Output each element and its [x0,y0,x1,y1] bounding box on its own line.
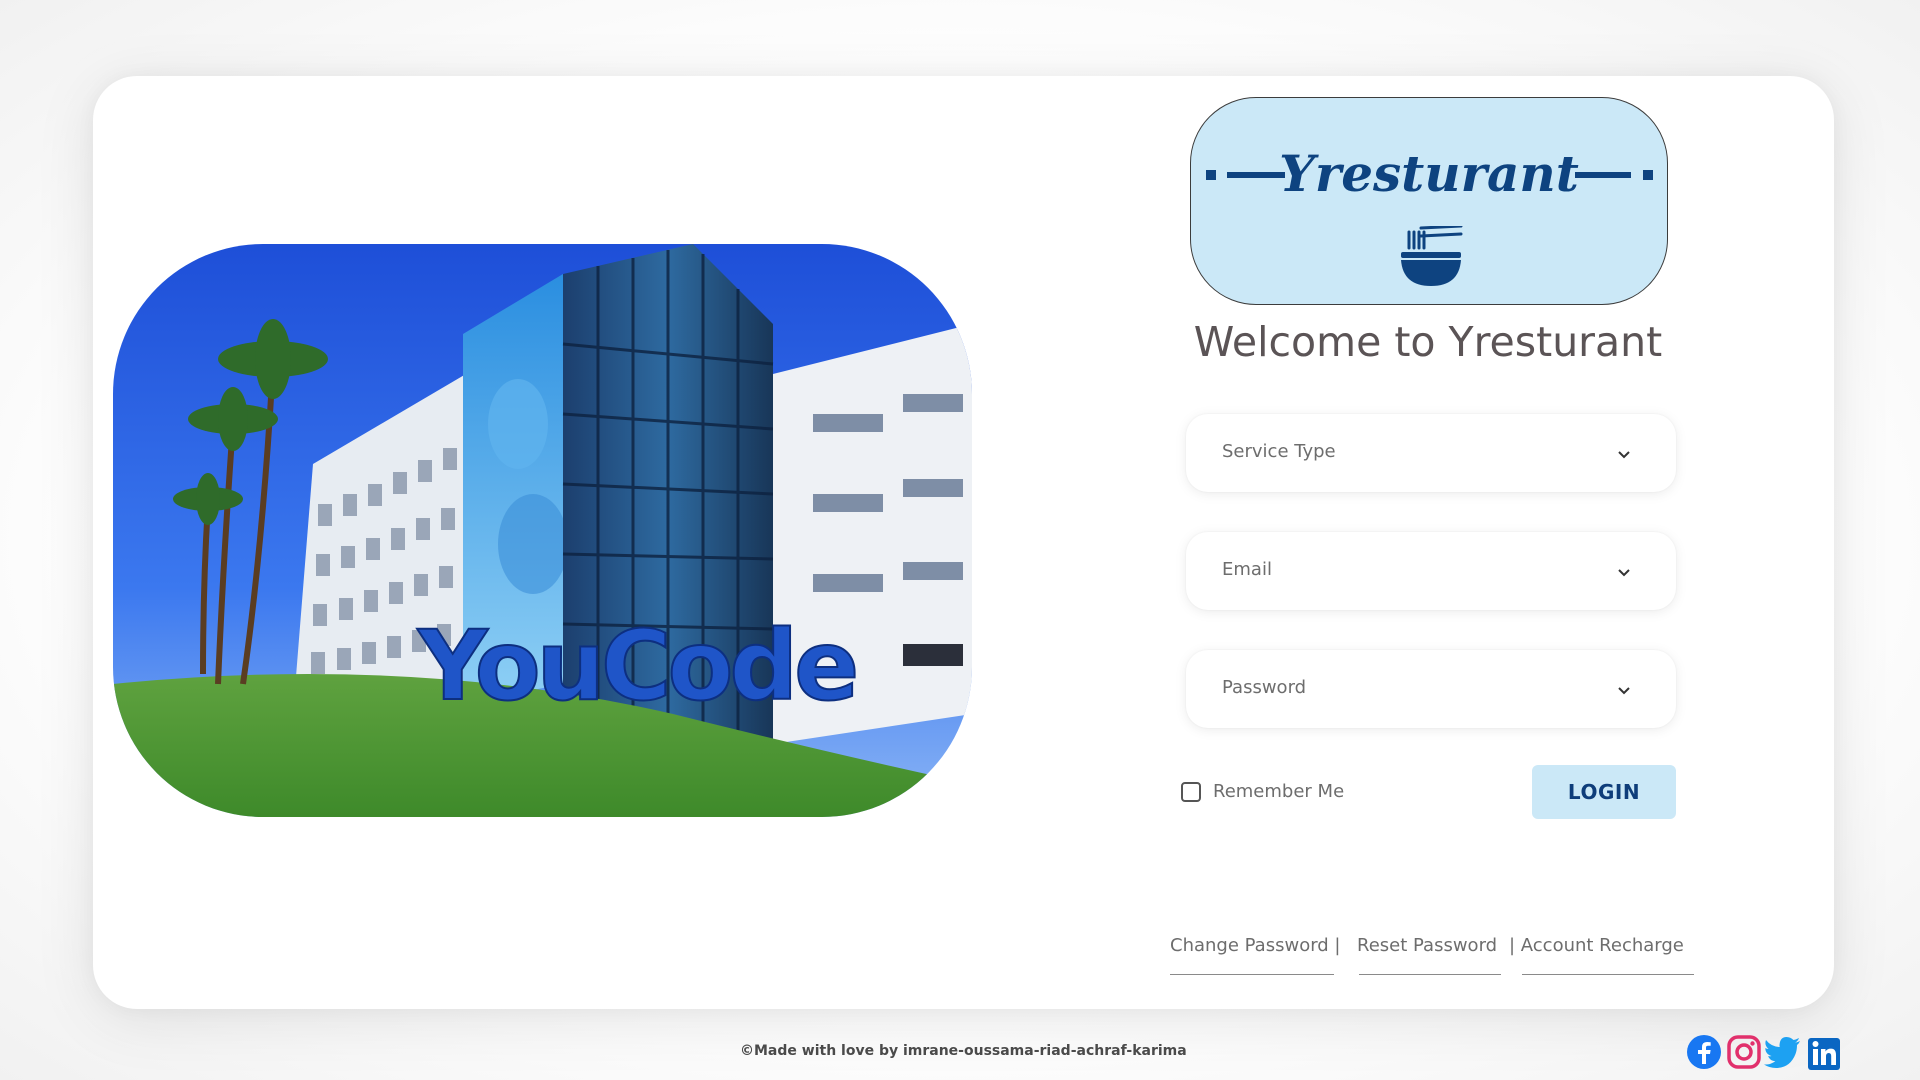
noodle-bowl-icon [1399,224,1463,292]
brand-logo: Yresturant [1190,97,1668,305]
logo-square-right [1643,170,1653,180]
email-field[interactable]: Email [1186,532,1676,610]
chevron-down-icon [1618,444,1630,463]
facebook-icon[interactable] [1686,1034,1722,1074]
linkedin-icon[interactable] [1806,1034,1842,1074]
campus-photo: YouCode [113,244,972,817]
divider [1522,974,1694,975]
instagram-icon[interactable] [1726,1034,1762,1074]
welcome-heading: Welcome to Yresturant [1193,318,1663,366]
chevron-down-icon [1618,562,1630,581]
password-field[interactable]: Password [1186,650,1676,728]
divider [1170,974,1334,975]
footer-credit: ©Made with love by imrane-oussama-riad-a… [740,1043,1187,1059]
chevron-down-icon [1618,680,1630,699]
remember-me-label: Remember Me [1213,781,1345,802]
divider [1359,974,1501,975]
logo-dash-right [1575,172,1631,178]
youcode-sign: YouCode [417,610,855,722]
remember-me: Remember Me [1181,781,1344,802]
account-recharge-link[interactable]: | Account Recharge [1509,935,1684,956]
email-placeholder: Email [1222,559,1272,580]
service-type-select[interactable]: Service Type [1186,414,1676,492]
login-button[interactable]: LOGIN [1532,765,1676,819]
password-placeholder: Password [1222,677,1307,698]
service-type-placeholder: Service Type [1222,441,1336,462]
change-password-link[interactable]: Change Password | [1170,935,1341,956]
page: YouCode Yresturant Welcome to Yresturant… [0,0,1920,1080]
reset-password-link[interactable]: Reset Password [1357,935,1497,956]
twitter-icon[interactable] [1764,1034,1802,1074]
remember-me-checkbox[interactable] [1181,781,1201,802]
